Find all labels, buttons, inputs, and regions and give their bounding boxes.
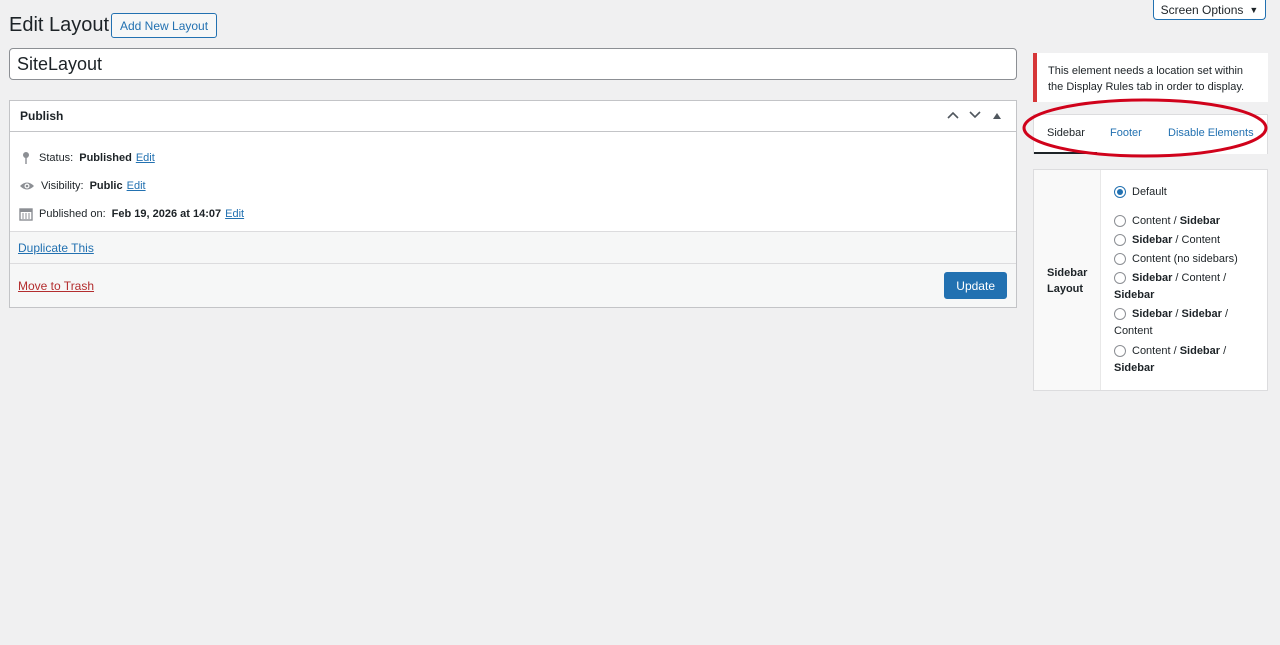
visibility-label: Visibility:: [41, 180, 84, 192]
radio-button[interactable]: [1114, 308, 1126, 320]
option-label-part: Sidebar: [1179, 345, 1221, 357]
screen-options-button[interactable]: Screen Options ▼: [1153, 0, 1266, 20]
sidebar-layout-option[interactable]: Content / Sidebar / Sidebar: [1114, 343, 1234, 377]
publish-box: Publish Status: Published Edit Visibilit…: [9, 100, 1017, 308]
option-label-part: /: [1220, 272, 1227, 284]
update-button[interactable]: Update: [944, 272, 1007, 299]
active-tab-indicator: [1034, 152, 1097, 154]
layout-tabs: Sidebar Footer Disable Elements: [1033, 114, 1268, 154]
option-label-part: Content: [1132, 215, 1171, 227]
sidebar-layout-option[interactable]: Sidebar / Sidebar / Content: [1114, 306, 1234, 340]
sidebar-layout-label: Sidebar Layout: [1047, 267, 1088, 295]
option-label-part: Default: [1132, 186, 1167, 198]
option-label-part: Sidebar: [1132, 272, 1173, 284]
duplicate-link[interactable]: Duplicate This: [18, 241, 94, 255]
add-new-layout-button[interactable]: Add New Layout: [111, 13, 218, 38]
layout-title-input[interactable]: SiteLayout: [9, 48, 1017, 80]
option-label-part: /: [1170, 215, 1180, 227]
notice-text: This element needs a location set within…: [1048, 65, 1245, 93]
published-on-value: Feb 19, 2026 at 14:07: [111, 208, 222, 220]
pin-icon: [23, 152, 29, 164]
radio-button[interactable]: [1114, 272, 1126, 284]
sidebar-layout-option[interactable]: Content (no sidebars): [1114, 251, 1264, 268]
option-label-part: Content: [1181, 234, 1221, 246]
radio-button[interactable]: [1114, 186, 1126, 198]
published-on-label: Published on:: [39, 208, 106, 220]
option-label-part: Sidebar: [1181, 308, 1222, 320]
option-label-part: Sidebar: [1179, 215, 1221, 227]
tab-footer[interactable]: Footer: [1110, 127, 1142, 139]
option-label-part: Sidebar: [1114, 362, 1155, 374]
visibility-value: Public: [89, 180, 123, 192]
sidebar-layout-option[interactable]: Sidebar / Content / Sidebar: [1114, 270, 1234, 304]
option-label-part: /: [1172, 308, 1182, 320]
published-on-row: Published on: Feb 19, 2026 at 14:07 Edit: [19, 207, 244, 221]
tab-disable-elements[interactable]: Disable Elements: [1168, 127, 1254, 139]
edit-status-link[interactable]: Edit: [136, 152, 155, 164]
radio-button[interactable]: [1114, 215, 1126, 227]
page-title: Edit Layout: [9, 14, 110, 36]
option-label-part: Sidebar: [1132, 234, 1173, 246]
radio-button[interactable]: [1114, 253, 1126, 265]
major-publishing-actions: Move to Trash Update: [10, 264, 1016, 307]
option-label-part: Sidebar: [1132, 308, 1173, 320]
publish-heading: Publish: [20, 109, 64, 123]
sidebar-layout-option[interactable]: Content / Sidebar: [1114, 213, 1264, 230]
move-to-trash-link[interactable]: Move to Trash: [18, 279, 94, 293]
eye-icon: [20, 182, 34, 190]
sidebar-layout-option[interactable]: Sidebar / Content: [1114, 232, 1264, 249]
move-up-icon[interactable]: [944, 110, 962, 122]
status-label: Status:: [39, 152, 74, 164]
sidebar-layout-label-column: Sidebar Layout: [1034, 170, 1101, 390]
status-row: Status: Published Edit: [19, 151, 155, 165]
option-label-part: Content: [1181, 272, 1221, 284]
calendar-icon: [19, 208, 33, 221]
display-rules-notice: This element needs a location set within…: [1033, 53, 1268, 102]
sidebar-layout-box: Sidebar Layout Default Content / Sidebar S…: [1033, 169, 1268, 391]
collapse-toggle-icon[interactable]: [988, 110, 1006, 122]
option-label-part: /: [1172, 272, 1182, 284]
radio-button[interactable]: [1114, 345, 1126, 357]
move-down-icon[interactable]: [966, 110, 984, 122]
visibility-row: Visibility: Public Edit: [19, 179, 146, 193]
option-label-part: Sidebar: [1114, 289, 1155, 301]
radio-button[interactable]: [1114, 234, 1126, 246]
edit-visibility-link[interactable]: Edit: [127, 180, 146, 192]
option-label-part: Content (no sidebars): [1132, 253, 1238, 265]
option-label-part: /: [1220, 345, 1227, 357]
option-label-part: Content: [1132, 345, 1171, 357]
publish-box-header: Publish: [10, 101, 1016, 132]
option-label-part: Content: [1114, 325, 1153, 337]
option-label-part: /: [1170, 345, 1180, 357]
edit-date-link[interactable]: Edit: [225, 208, 244, 220]
tab-sidebar[interactable]: Sidebar: [1047, 127, 1085, 139]
box-handle-actions: [944, 110, 1006, 122]
sidebar-layout-option[interactable]: Default: [1114, 184, 1264, 201]
screen-options-label: Screen Options: [1160, 2, 1244, 17]
status-value: Published: [79, 152, 132, 164]
option-label-part: /: [1172, 234, 1182, 246]
triangle-down-icon: ▼: [1249, 4, 1259, 15]
duplicate-section: Duplicate This: [10, 231, 1016, 264]
option-label-part: /: [1221, 308, 1229, 320]
